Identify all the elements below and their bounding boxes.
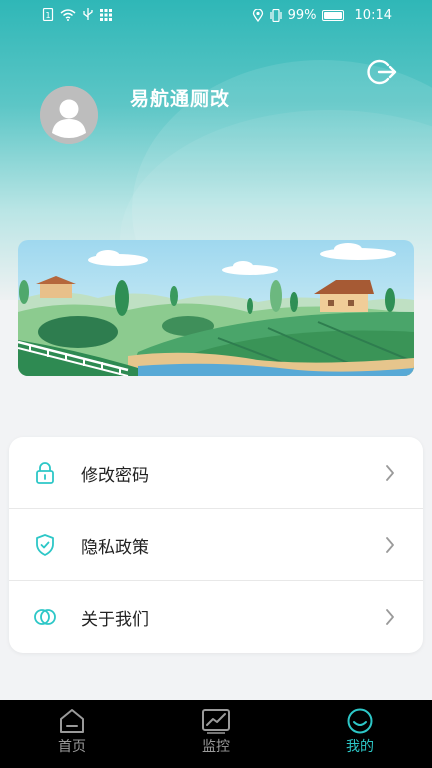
chevron-right-icon	[386, 609, 394, 625]
profile-smile-icon	[347, 708, 373, 734]
vibrate-icon	[270, 9, 282, 22]
tab-label: 我的	[346, 739, 374, 755]
tab-mine[interactable]: 我的	[330, 708, 390, 764]
tab-monitor[interactable]: 监控	[186, 708, 246, 764]
chevron-right-icon	[386, 465, 394, 481]
logout-icon[interactable]	[366, 56, 398, 88]
status-bar: 1 99% 10:14	[0, 0, 432, 32]
tab-label: 首页	[58, 739, 86, 755]
battery-icon	[321, 10, 344, 21]
app-grid-icon	[100, 9, 112, 21]
default-avatar-icon	[40, 86, 98, 144]
avatar[interactable]	[40, 86, 98, 144]
lock-icon	[36, 462, 54, 484]
settings-menu-card: 修改密码 隐私政策 关于我们	[9, 437, 423, 653]
menu-item-privacy-policy[interactable]: 隐私政策	[9, 509, 423, 581]
menu-item-label: 修改密码	[81, 465, 149, 486]
svg-text:1: 1	[45, 11, 50, 20]
status-right-icons: 99% 10:14	[252, 8, 392, 23]
status-left-icons: 1	[42, 8, 112, 21]
menu-item-about-us[interactable]: 关于我们	[9, 581, 423, 653]
wifi-icon	[60, 9, 76, 21]
tab-label: 监控	[202, 739, 230, 755]
sim-icon: 1	[42, 8, 54, 21]
home-icon	[60, 709, 84, 733]
monitor-chart-icon	[202, 709, 230, 734]
username: 易航通厕改	[130, 88, 231, 110]
tab-home[interactable]: 首页	[42, 708, 102, 764]
battery-percent: 99%	[287, 8, 317, 23]
about-icon	[34, 609, 56, 625]
menu-item-label: 隐私政策	[81, 537, 149, 558]
shield-icon	[36, 534, 54, 556]
status-time: 10:14	[354, 8, 392, 23]
chevron-right-icon	[386, 537, 394, 553]
location-icon	[252, 9, 263, 22]
landscape-banner	[18, 240, 414, 376]
usb-icon	[83, 8, 93, 20]
menu-item-change-password[interactable]: 修改密码	[9, 437, 423, 509]
bottom-tab-bar: 首页 监控 我的	[0, 700, 432, 768]
menu-item-label: 关于我们	[81, 609, 149, 630]
